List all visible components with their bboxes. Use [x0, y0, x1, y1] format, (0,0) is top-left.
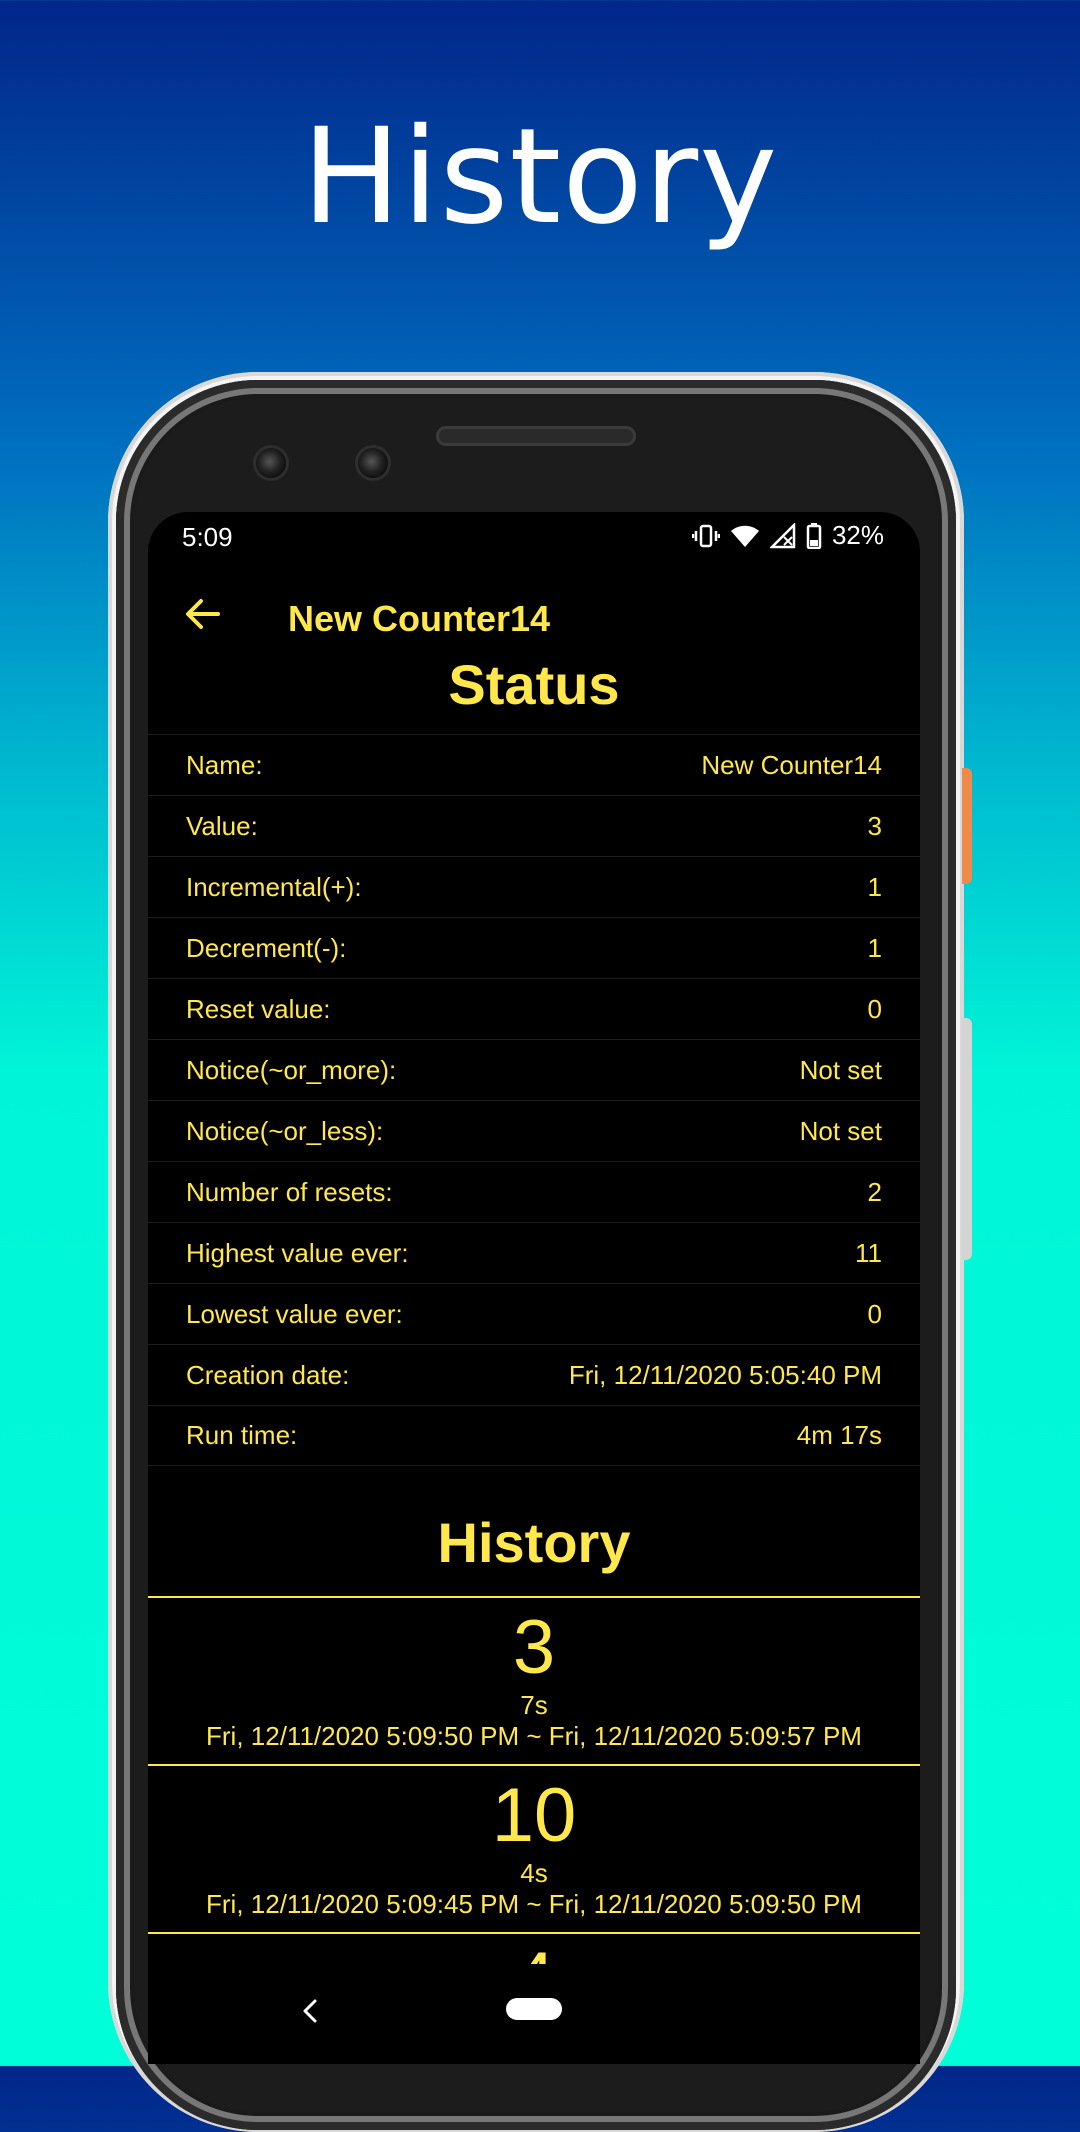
status-row: Notice(~or_less): Not set	[148, 1100, 920, 1161]
status-row: Run time: 4m 17s	[148, 1405, 920, 1466]
promo-title: History	[301, 100, 779, 254]
status-value: 11	[855, 1237, 882, 1268]
status-value: 0	[867, 1298, 882, 1329]
history-duration: 4s	[520, 1858, 548, 1888]
status-icons: 32%	[691, 520, 884, 551]
status-label: Notice(~or_less):	[186, 1115, 384, 1146]
front-camera-left	[256, 448, 286, 478]
status-label: Notice(~or_more):	[186, 1054, 397, 1085]
history-range: Fri, 12/11/2020 5:09:45 PM ~ Fri, 12/11/…	[206, 1889, 862, 1919]
status-row: Highest value ever: 11	[148, 1222, 920, 1283]
vibrate-icon	[691, 523, 720, 549]
status-row: Decrement(-): 1	[148, 917, 920, 978]
wifi-icon	[730, 523, 760, 549]
navigation-bar	[148, 1964, 920, 2064]
status-row: Lowest value ever: 0	[148, 1283, 920, 1344]
history-list: 3 7s Fri, 12/11/2020 5:09:50 PM ~ Fri, 1…	[148, 1596, 920, 1992]
status-label: Run time:	[186, 1420, 298, 1450]
back-button[interactable]	[174, 588, 230, 644]
app-screen: 5:09 32% New Counter14 Status Name: New …	[148, 512, 920, 2064]
arrow-left-icon	[184, 598, 220, 635]
status-label: Incremental(+):	[186, 871, 362, 902]
status-value: 3	[867, 810, 882, 841]
status-label: Decrement(-):	[186, 932, 347, 963]
battery-percent: 32%	[831, 520, 884, 550]
history-duration: 7s	[520, 1690, 548, 1720]
history-range: Fri, 12/11/2020 5:09:50 PM ~ Fri, 12/11/…	[206, 1721, 862, 1751]
history-item[interactable]: 10 4s Fri, 12/11/2020 5:09:45 PM ~ Fri, …	[148, 1764, 920, 1932]
status-table: Name: New Counter14 Value: 3 Incremental(+…	[148, 734, 920, 1466]
status-row: Reset value: 0	[148, 978, 920, 1039]
earpiece-speaker	[436, 426, 636, 446]
chevron-left-icon[interactable]	[300, 1998, 320, 2029]
status-label: Reset value:	[186, 993, 331, 1024]
status-label: Value:	[186, 810, 258, 841]
status-value: New Counter14	[701, 749, 882, 780]
status-row: Number of resets: 2	[148, 1161, 920, 1222]
history-value: 10	[491, 1773, 577, 1858]
status-bar: 5:09 32%	[148, 512, 920, 560]
status-time: 5:09	[182, 522, 233, 552]
status-row: Value: 3	[148, 795, 920, 856]
status-label: Creation date:	[186, 1359, 350, 1390]
front-camera-right	[358, 448, 388, 478]
home-pill-icon[interactable]	[506, 1998, 562, 2020]
signal-icon	[769, 522, 796, 549]
status-label: Number of resets:	[186, 1176, 393, 1207]
power-button	[962, 768, 972, 884]
history-value: 3	[512, 1605, 556, 1690]
status-value: Not set	[799, 1054, 882, 1085]
battery-icon	[806, 522, 822, 549]
volume-button	[962, 1018, 972, 1260]
status-label: Highest value ever:	[186, 1237, 409, 1268]
status-row: Notice(~or_more): Not set	[148, 1039, 920, 1100]
status-value: 0	[867, 993, 882, 1024]
status-row: Creation date: Fri, 12/11/2020 5:05:40 PM	[148, 1344, 920, 1405]
status-value: 1	[867, 932, 882, 963]
status-row: Incremental(+): 1	[148, 856, 920, 917]
history-title: History	[437, 1511, 631, 1574]
status-value: Fri, 12/11/2020 5:05:40 PM	[568, 1359, 882, 1390]
status-label: Name:	[186, 749, 263, 780]
status-row: Name: New Counter14	[148, 734, 920, 795]
status-value: 1	[867, 871, 882, 902]
history-item[interactable]: 3 7s Fri, 12/11/2020 5:09:50 PM ~ Fri, 1…	[148, 1596, 920, 1764]
status-value: Not set	[799, 1115, 882, 1146]
app-title: New Counter14	[288, 598, 551, 639]
app-bar: New Counter14	[148, 578, 920, 658]
status-value: 2	[867, 1176, 882, 1207]
status-title: Status	[448, 653, 620, 716]
status-value: 4m 17s	[796, 1420, 882, 1450]
status-label: Lowest value ever:	[186, 1298, 403, 1329]
